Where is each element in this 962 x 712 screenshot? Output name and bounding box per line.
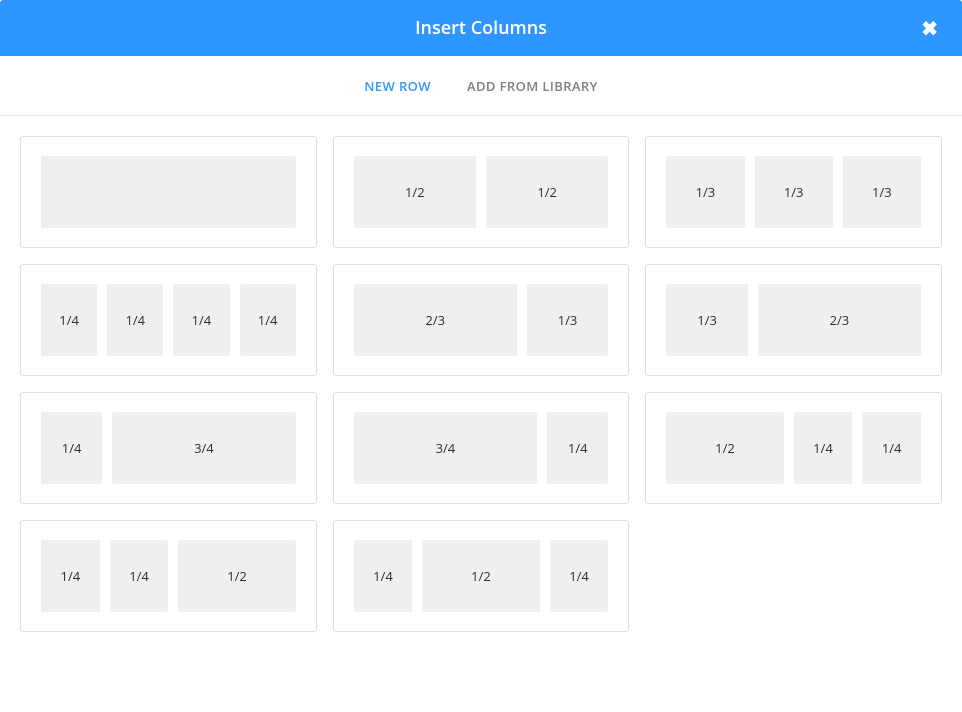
layout-col: 1/3 xyxy=(843,156,921,228)
layout-option-1[interactable]: 1/21/2 xyxy=(333,136,630,248)
layout-col: 1/4 xyxy=(547,412,608,484)
layout-option-2[interactable]: 1/31/31/3 xyxy=(645,136,942,248)
layout-option-0[interactable] xyxy=(20,136,317,248)
layout-option-8[interactable]: 1/21/41/4 xyxy=(645,392,942,504)
layout-option-4[interactable]: 2/31/3 xyxy=(333,264,630,376)
layout-col: 1/4 xyxy=(862,412,921,484)
modal-title: Insert Columns xyxy=(415,16,547,40)
layout-col: 1/2 xyxy=(354,156,476,228)
layout-col: 3/4 xyxy=(112,412,296,484)
layout-option-9[interactable]: 1/41/41/2 xyxy=(20,520,317,632)
layout-col: 2/3 xyxy=(354,284,517,356)
layout-col: 1/4 xyxy=(240,284,296,356)
close-icon[interactable]: ✖ xyxy=(921,15,938,42)
layout-col: 3/4 xyxy=(354,412,538,484)
layouts-grid: 1/21/21/31/31/31/41/41/41/42/31/31/32/31… xyxy=(0,116,962,652)
tab-add-from-library[interactable]: ADD FROM LIBRARY xyxy=(467,77,598,95)
layout-col: 1/4 xyxy=(107,284,163,356)
layout-col: 1/4 xyxy=(354,540,413,612)
layout-option-10[interactable]: 1/41/21/4 xyxy=(333,520,630,632)
layout-col: 1/4 xyxy=(110,540,169,612)
tab-new-row[interactable]: NEW ROW xyxy=(364,77,431,95)
layout-col: 1/4 xyxy=(41,540,100,612)
layout-col: 1/3 xyxy=(666,284,748,356)
layout-col: 1/2 xyxy=(178,540,295,612)
layout-col: 1/4 xyxy=(794,412,853,484)
layout-col: 1/4 xyxy=(41,284,97,356)
layout-col: 1/3 xyxy=(755,156,833,228)
modal-header: Insert Columns ✖ xyxy=(0,0,962,56)
layout-col: 1/3 xyxy=(666,156,744,228)
layout-option-5[interactable]: 1/32/3 xyxy=(645,264,942,376)
layout-col: 1/2 xyxy=(486,156,608,228)
layout-col: 1/4 xyxy=(173,284,229,356)
layout-col: 1/2 xyxy=(666,412,783,484)
tabs: NEW ROW ADD FROM LIBRARY xyxy=(0,56,962,116)
layout-option-3[interactable]: 1/41/41/41/4 xyxy=(20,264,317,376)
layout-option-6[interactable]: 1/43/4 xyxy=(20,392,317,504)
layout-col xyxy=(41,156,296,228)
layout-col: 1/2 xyxy=(422,540,539,612)
layout-col: 2/3 xyxy=(758,284,921,356)
layout-option-7[interactable]: 3/41/4 xyxy=(333,392,630,504)
layout-col: 1/4 xyxy=(41,412,102,484)
layout-col: 1/4 xyxy=(550,540,609,612)
layout-col: 1/3 xyxy=(527,284,609,356)
